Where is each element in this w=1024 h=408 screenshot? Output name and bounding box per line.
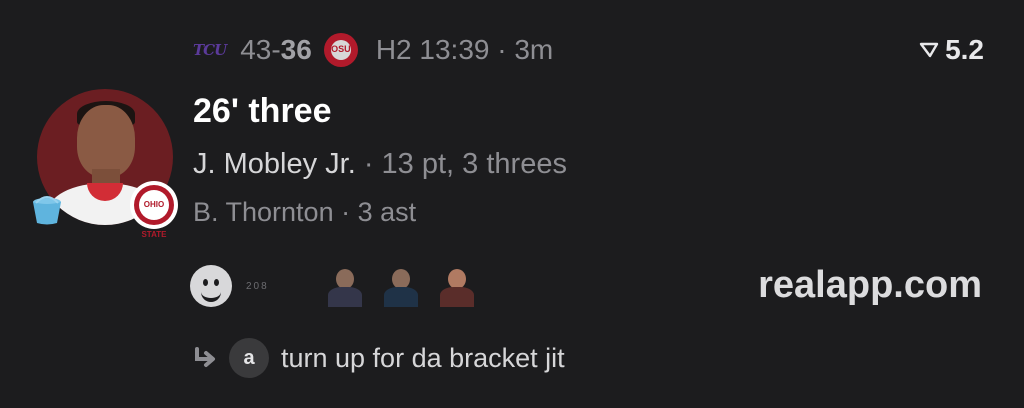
scorer-stat: · 13 pt, 3 threes (355, 148, 567, 180)
player-photo-face (77, 105, 135, 177)
reaction-thumbnail[interactable] (324, 265, 366, 307)
game-header: TCU 43 - 36 OSU H2 13:39 · 3m (193, 30, 553, 70)
bucket-icon (33, 196, 61, 225)
reactions-row: 208 (190, 264, 478, 308)
assist-line[interactable]: B. Thornton · 3 ast (193, 197, 416, 228)
brand-watermark: realapp.com (758, 264, 982, 306)
scorer-name[interactable]: J. Mobley Jr. (193, 148, 356, 180)
odds[interactable]: 5.2 (919, 30, 984, 70)
odds-value: 5.2 (945, 34, 984, 65)
play-title: 26' three (193, 92, 332, 130)
reaction-thumbnail[interactable] (380, 265, 422, 307)
home-score: 43 (240, 34, 272, 65)
reply-user-avatar[interactable]: a (229, 338, 269, 378)
away-score: 36 (280, 34, 312, 65)
reply-arrow-icon (195, 347, 215, 367)
reaction-count: 208 (246, 280, 269, 292)
team-badge-icon: OHIO STATE (130, 181, 178, 239)
reply-row[interactable]: a turn up for da bracket jit (193, 338, 565, 378)
reaction-thumbnail[interactable] (436, 265, 478, 307)
scorer-line[interactable]: J. Mobley Jr. · 13 pt, 3 threes (193, 148, 567, 181)
reply-text: turn up for da bracket jit (281, 342, 565, 373)
ohio-state-logo: OSU (323, 33, 358, 67)
score-separator: - (271, 34, 281, 65)
period-clock: H2 13:39 · 3m (375, 34, 554, 65)
tcu-logo: TCU (193, 41, 227, 59)
score: 43 - 36 (240, 34, 312, 66)
play-card[interactable]: TCU 43 - 36 OSU H2 13:39 · 3m 5.2 OHIO S… (0, 0, 1024, 408)
wedge-icon (919, 42, 939, 58)
add-reaction-icon[interactable] (190, 265, 232, 307)
